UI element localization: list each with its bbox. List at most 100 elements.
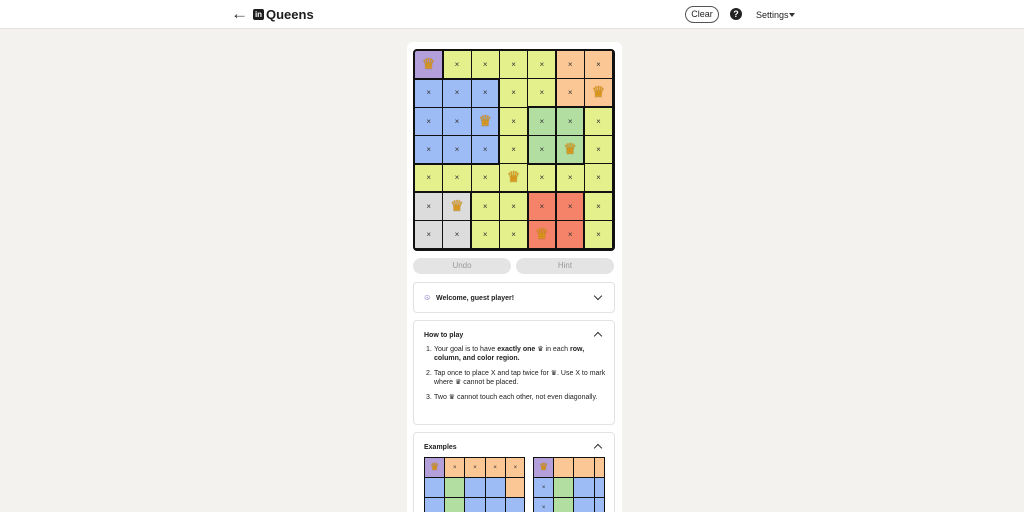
rules-list: 1. Your goal is to have exactly one ♛ in… bbox=[426, 345, 611, 408]
x-mark-icon: × bbox=[426, 173, 431, 183]
region-border bbox=[526, 192, 529, 221]
region-border bbox=[583, 192, 586, 221]
board-cell: × bbox=[445, 458, 465, 478]
board-cell[interactable]: × bbox=[471, 192, 499, 220]
board-cell[interactable]: × bbox=[584, 192, 613, 220]
board-cell[interactable]: ♛ bbox=[499, 164, 528, 192]
hint-button[interactable]: Hint bbox=[516, 258, 614, 274]
chevron-up-icon[interactable] bbox=[593, 331, 603, 341]
region-border bbox=[443, 77, 472, 80]
help-icon[interactable]: ? bbox=[730, 8, 742, 20]
board-cell[interactable]: × bbox=[528, 51, 556, 79]
board-cell[interactable]: × bbox=[528, 107, 556, 135]
board-cell[interactable]: ♛ bbox=[415, 51, 443, 79]
board-cell[interactable]: × bbox=[443, 51, 471, 79]
crown-icon: ♛ bbox=[478, 112, 492, 130]
x-mark-icon: × bbox=[567, 173, 573, 183]
x-mark-icon: × bbox=[454, 145, 460, 155]
x-mark-icon: × bbox=[426, 88, 431, 98]
x-mark-icon: × bbox=[596, 229, 601, 239]
board-cell[interactable]: × bbox=[471, 135, 499, 164]
board-cell[interactable]: × bbox=[528, 135, 556, 164]
board-cell[interactable]: × bbox=[443, 79, 471, 107]
region-border bbox=[556, 162, 585, 165]
x-mark-icon: × bbox=[511, 60, 516, 70]
queens-board[interactable]: ♛ × × × × × × × × × × × × ♛ × × ♛ × × × × × × × × × ♛ × × × × ♛ × × × × ♛ × × ×… bbox=[413, 49, 615, 251]
board-cell[interactable]: × bbox=[528, 192, 556, 220]
clear-button[interactable]: Clear bbox=[685, 6, 719, 23]
x-mark-icon: × bbox=[539, 173, 545, 183]
board-cell[interactable]: × bbox=[443, 135, 471, 164]
board-cell[interactable]: × bbox=[443, 107, 471, 135]
x-mark-icon: × bbox=[541, 504, 546, 511]
region-border bbox=[528, 162, 557, 165]
page-title: Queens bbox=[266, 7, 314, 22]
board-cell[interactable]: × bbox=[471, 220, 499, 249]
board-cell[interactable]: ♛ bbox=[443, 192, 471, 220]
region-border bbox=[471, 77, 500, 80]
board-cell: ♛ bbox=[425, 458, 445, 478]
board-cell[interactable]: × bbox=[415, 220, 443, 249]
board-cell[interactable]: × bbox=[556, 164, 584, 192]
board-cell[interactable]: × bbox=[415, 164, 443, 192]
x-mark-icon: × bbox=[482, 201, 488, 211]
x-mark-icon: × bbox=[511, 116, 516, 126]
board-cell[interactable]: × bbox=[471, 79, 499, 107]
board-cell[interactable]: × bbox=[471, 51, 499, 79]
board-cell[interactable]: × bbox=[499, 135, 528, 164]
board-cell bbox=[485, 498, 505, 512]
board-cell[interactable]: × bbox=[556, 220, 584, 249]
chevron-down-icon[interactable] bbox=[593, 291, 603, 301]
board-cell bbox=[485, 478, 505, 498]
board-cell[interactable]: × bbox=[556, 79, 584, 107]
region-border bbox=[528, 191, 557, 193]
x-mark-icon: × bbox=[596, 145, 601, 155]
board-cell[interactable]: × bbox=[556, 51, 584, 79]
board-cell[interactable]: × bbox=[443, 164, 471, 192]
board-cell[interactable]: × bbox=[499, 192, 528, 220]
x-mark-icon: × bbox=[482, 229, 488, 239]
x-mark-icon: × bbox=[567, 116, 573, 126]
arrow-left-icon[interactable]: ← bbox=[231, 5, 248, 23]
region-border bbox=[526, 107, 529, 136]
board-cell[interactable]: × bbox=[499, 107, 528, 135]
x-mark-icon: × bbox=[567, 88, 573, 98]
board-cell[interactable]: × bbox=[415, 107, 443, 135]
board-cell[interactable]: × bbox=[528, 79, 556, 107]
board-cell: × bbox=[534, 478, 554, 498]
chevron-up-icon[interactable] bbox=[593, 443, 603, 453]
board-cell[interactable]: × bbox=[556, 107, 584, 135]
board-cell[interactable]: ♛ bbox=[471, 107, 499, 135]
welcome-panel[interactable]: ☮ Welcome, guest player! bbox=[413, 282, 615, 313]
board-cell[interactable]: ♛ bbox=[584, 79, 613, 107]
welcome-title: Welcome, guest player! bbox=[436, 295, 515, 302]
board-cell bbox=[594, 498, 604, 512]
x-mark-icon: × bbox=[513, 464, 518, 471]
rule-item: 3. Two ♛ cannot touch each other, not ev… bbox=[426, 394, 598, 401]
board-cell[interactable]: × bbox=[499, 51, 528, 79]
board-cell[interactable]: × bbox=[584, 135, 613, 164]
board-cell[interactable]: × bbox=[415, 192, 443, 220]
board-cell[interactable]: × bbox=[528, 164, 556, 192]
example-grid-1: ♛ × × × × bbox=[424, 457, 525, 512]
board-cell[interactable]: × bbox=[584, 107, 613, 135]
board-cell[interactable]: ♛ bbox=[528, 220, 556, 249]
undo-button[interactable]: Undo bbox=[413, 258, 511, 274]
board-cell[interactable]: × bbox=[415, 79, 443, 107]
board-cell[interactable]: × bbox=[584, 220, 613, 249]
board-cell[interactable]: × bbox=[499, 79, 528, 107]
x-mark-icon: × bbox=[482, 173, 488, 183]
board-cell[interactable]: × bbox=[471, 164, 499, 192]
crown-icon: ♛ bbox=[539, 461, 549, 473]
settings-menu[interactable]: Settings bbox=[756, 10, 789, 21]
region-border bbox=[556, 106, 585, 109]
board-cell[interactable]: × bbox=[499, 220, 528, 249]
board-cell[interactable]: ♛ bbox=[556, 135, 584, 164]
board-cell[interactable]: × bbox=[556, 192, 584, 220]
board-cell[interactable]: × bbox=[584, 51, 613, 79]
board-cell[interactable]: × bbox=[584, 164, 613, 192]
board-cell[interactable]: × bbox=[415, 135, 443, 164]
region-border bbox=[415, 77, 444, 80]
caret-down-icon[interactable] bbox=[789, 13, 795, 17]
board-cell[interactable]: × bbox=[443, 220, 471, 249]
